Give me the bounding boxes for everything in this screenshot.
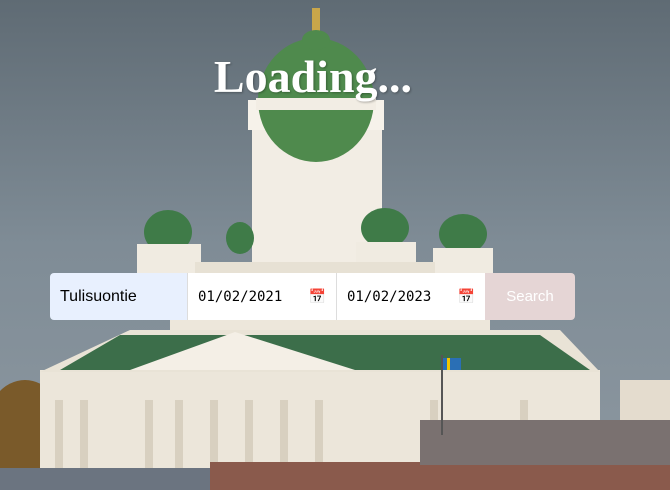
search-button[interactable]: Search [485, 273, 575, 320]
calendar-icon[interactable]: 📅 [309, 289, 326, 305]
end-date-input[interactable]: 01/02/2023 📅 [336, 273, 485, 320]
end-date-value: 01/02/2023 [347, 288, 432, 305]
calendar-icon[interactable]: 📅 [458, 289, 475, 305]
location-input[interactable] [50, 273, 187, 320]
search-form: 01/02/2021 📅 01/02/2023 📅 Search [50, 273, 575, 320]
page-title: Loading... [213, 51, 413, 102]
start-date-value: 01/02/2021 [198, 288, 283, 305]
start-date-input[interactable]: 01/02/2021 📅 [187, 273, 336, 320]
